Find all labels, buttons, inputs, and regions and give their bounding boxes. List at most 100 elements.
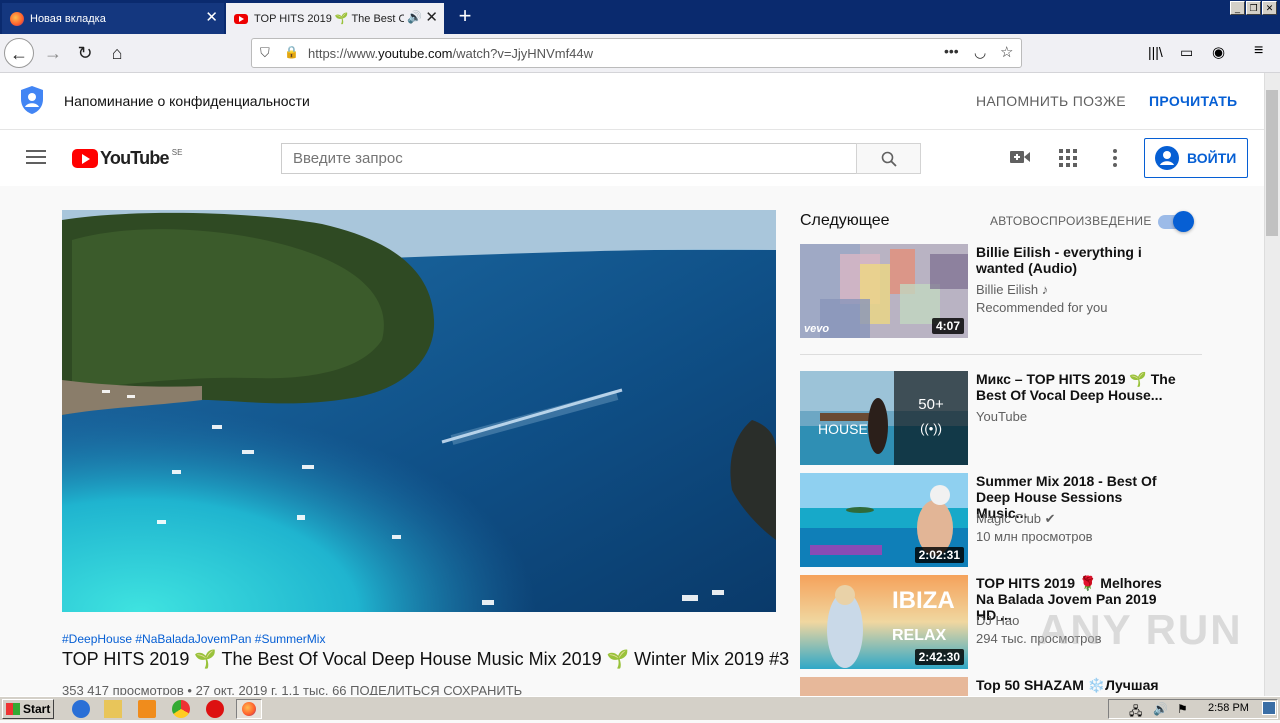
video-thumbnail[interactable]: vevo 4:07: [800, 244, 968, 338]
up-next-heading: Следующее: [800, 212, 890, 229]
recommended-video[interactable]: Top 50 SHAZAM ❄️Лучшая: [800, 677, 1204, 696]
youtube-header: YouTube SE ВОЙТИ: [0, 130, 1264, 186]
close-tab-icon[interactable]: ✕: [205, 9, 218, 27]
more-options-icon[interactable]: [1113, 149, 1117, 167]
shield-icon[interactable]: ⛉: [260, 45, 270, 61]
search-icon: [881, 151, 897, 167]
close-tab-icon[interactable]: ✕: [425, 9, 438, 27]
scrollbar-thumb[interactable]: [1266, 90, 1278, 236]
close-window-button[interactable]: ✕: [1262, 1, 1277, 15]
channel-name[interactable]: Magic Club ✔: [976, 511, 1056, 527]
read-button[interactable]: ПРОЧИТАТЬ: [1149, 93, 1237, 109]
recommended-video[interactable]: 2:02:31 Summer Mix 2018 - Best Of Deep H…: [800, 473, 1204, 567]
user-avatar-icon: [1155, 146, 1179, 170]
privacy-banner: Напоминание о конфиденциальности НАПОМНИ…: [0, 73, 1264, 130]
thumbnail-subtext: RELAX: [892, 627, 947, 644]
video-thumbnail[interactable]: [800, 677, 968, 696]
youtube-play-icon: [72, 149, 98, 168]
video-player[interactable]: [62, 210, 776, 612]
reload-button[interactable]: ↻: [70, 38, 100, 68]
remind-later-button[interactable]: НАПОМНИТЬ ПОЗЖЕ: [976, 93, 1126, 109]
menu-icon[interactable]: ≡: [1254, 42, 1263, 60]
search-button[interactable]: [856, 143, 921, 174]
system-tray: 🖧 🔊 ⚑: [1108, 699, 1278, 719]
video-thumbnail[interactable]: IBIZA RELAX 2:42:30: [800, 575, 968, 669]
channel-name[interactable]: DJ Hao: [976, 613, 1019, 628]
folder-icon[interactable]: [104, 700, 122, 718]
video-frame-image: [62, 210, 776, 612]
video-thumbnail[interactable]: HOUSE 50+ ((•)): [800, 371, 968, 465]
region-code: SE: [171, 148, 183, 157]
sign-in-label: ВОЙТИ: [1187, 150, 1237, 166]
recommended-mix[interactable]: HOUSE 50+ ((•)) Микс – TOP HITS 2019 🌱 T…: [800, 371, 1204, 465]
privacy-shield-icon: [21, 86, 43, 114]
firefox-icon: [10, 11, 24, 26]
video-thumbnail[interactable]: 2:02:31: [800, 473, 968, 567]
video-title[interactable]: Billie Eilish - everything i wanted (Aud…: [976, 244, 1176, 276]
firefox-icon: [242, 702, 256, 716]
thumbnail-text: HOUSE: [818, 421, 868, 437]
url-bar[interactable]: ⛉ 🔒 https://www.youtube.com/watch?v=JjyH…: [251, 38, 1022, 68]
vevo-badge: vevo: [804, 323, 830, 335]
new-tab-button[interactable]: +: [452, 4, 478, 30]
system-clock[interactable]: 2:58 PM: [1208, 702, 1249, 714]
autoplay-toggle-knob[interactable]: [1173, 211, 1194, 232]
media-player-icon[interactable]: [138, 700, 156, 718]
thumbnail-text: IBIZA: [892, 587, 955, 614]
lock-icon[interactable]: 🔒: [284, 45, 299, 59]
youtube-logo-text: YouTube: [100, 148, 170, 168]
start-button[interactable]: Start: [2, 699, 54, 719]
video-meta-row: 353 417 просмотров • 27 окт. 2019 г. 1,1…: [62, 683, 523, 695]
divider: [800, 354, 1202, 355]
library-icon[interactable]: |||\: [1148, 44, 1163, 60]
chrome-icon[interactable]: [172, 700, 190, 718]
opera-icon[interactable]: [206, 700, 224, 718]
video-hashtags[interactable]: #DeepHouse #NaBaladaJovemPan #SummerMix: [62, 632, 325, 646]
video-duration: 2:42:30: [914, 649, 964, 665]
broadcast-icon: ((•)): [920, 421, 942, 436]
start-label: Start: [23, 702, 51, 716]
tab-title: Новая вкладка: [30, 12, 106, 25]
tab-youtube-video[interactable]: TOP HITS 2019 🌱 The Best Of 🔊 ✕: [226, 3, 444, 34]
tab-new-tab[interactable]: Новая вкладка ✕: [2, 3, 224, 34]
search-input[interactable]: [282, 144, 856, 173]
recommended-video[interactable]: vevo 4:07 Billie Eilish - everything i w…: [800, 244, 1204, 338]
volume-icon[interactable]: 🔊: [1153, 702, 1168, 716]
privacy-reminder-text: Напоминание о конфиденциальности: [64, 93, 310, 109]
youtube-logo[interactable]: YouTube SE: [72, 148, 182, 169]
flag-icon[interactable]: ⚑: [1177, 702, 1188, 716]
url-text: https://www.youtube.com/watch?v=JjyHNVmf…: [308, 46, 594, 61]
browser-tab-bar: Новая вкладка ✕ TOP HITS 2019 🌱 The Best…: [0, 0, 1280, 34]
minimize-button[interactable]: _: [1230, 1, 1245, 15]
video-views: 10 млн просмотров: [976, 529, 1093, 544]
pocket-icon[interactable]: ◡: [974, 44, 986, 61]
windows-taskbar: Start 🖧 🔊 ⚑ 2:58 PM: [0, 696, 1280, 720]
video-title: TOP HITS 2019 🌱 The Best Of Vocal Deep H…: [62, 649, 790, 669]
page-actions-icon[interactable]: •••: [944, 43, 959, 59]
mix-count: 50+: [918, 396, 944, 413]
restore-button[interactable]: ❐: [1246, 1, 1261, 15]
search-box[interactable]: [281, 143, 857, 174]
video-title[interactable]: Микс – TOP HITS 2019 🌱 The Best Of Vocal…: [976, 371, 1176, 403]
video-duration: 2:02:31: [914, 547, 964, 563]
show-desktop-icon[interactable]: [1262, 701, 1276, 715]
video-title[interactable]: Top 50 SHAZAM ❄️Лучшая: [976, 677, 1176, 693]
mix-overlay: 50+ ((•)): [894, 371, 968, 465]
account-icon[interactable]: ◉: [1212, 43, 1225, 61]
channel-name[interactable]: YouTube: [976, 409, 1027, 424]
windows-logo-icon: [6, 703, 20, 715]
hamburger-menu-icon[interactable]: [26, 150, 46, 164]
back-button[interactable]: ←: [4, 38, 34, 68]
bookmark-star-icon[interactable]: ☆: [1000, 43, 1013, 61]
forward-button[interactable]: →: [38, 38, 68, 68]
sign-in-button[interactable]: ВОЙТИ: [1144, 138, 1248, 178]
apps-grid-icon[interactable]: [1059, 149, 1077, 167]
speaker-icon[interactable]: 🔊: [407, 10, 422, 24]
firefox-taskbar-button[interactable]: [236, 699, 262, 719]
sidebar-icon[interactable]: ▭: [1180, 44, 1193, 61]
autoplay-label: АВТОВОСПРОИЗВЕДЕНИЕ: [990, 214, 1152, 228]
channel-name[interactable]: Billie Eilish ♪: [976, 282, 1048, 297]
create-video-icon[interactable]: [1010, 150, 1030, 164]
ie-icon[interactable]: [72, 700, 90, 718]
home-button[interactable]: ⌂: [102, 38, 132, 68]
